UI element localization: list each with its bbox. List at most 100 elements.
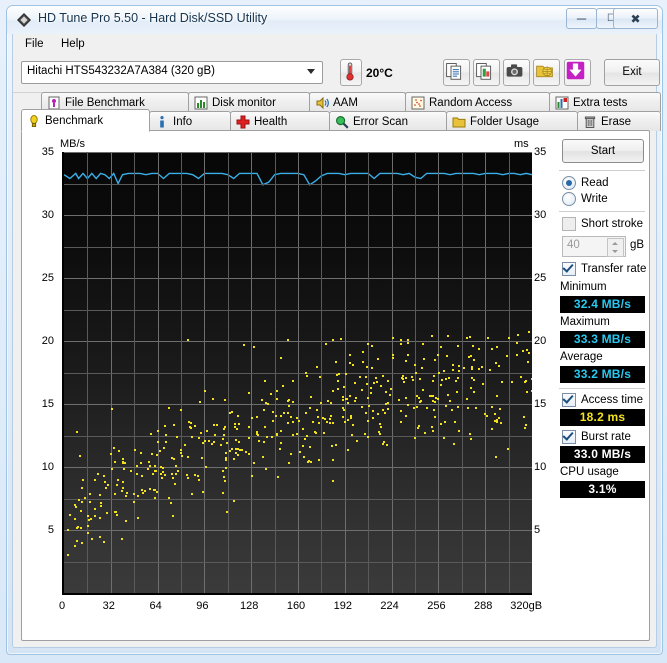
access-time-point [367, 397, 370, 400]
file-benchmark-icon [47, 96, 61, 110]
tab-error-scan[interactable]: Error Scan [329, 111, 447, 131]
access-time-point [261, 399, 264, 402]
access-time-point [306, 374, 309, 377]
access-time-point [414, 372, 417, 375]
x-tick: 64 [149, 600, 162, 612]
access-time-point [511, 380, 513, 383]
access-time-point [496, 421, 499, 424]
copy-text-icon[interactable] [443, 59, 470, 86]
access-time-point [204, 466, 207, 469]
x-tick: 192 [333, 600, 352, 612]
magnifier-icon [335, 115, 349, 129]
speaker-icon [315, 96, 329, 110]
checkbox-transfer-rate[interactable]: Transfer rate [562, 262, 646, 276]
access-time-point [318, 376, 321, 379]
x-tick: 96 [196, 600, 209, 612]
access-time-point [81, 500, 84, 503]
access-time-point [198, 400, 201, 403]
access-time-point [190, 421, 193, 424]
access-time-point [387, 379, 390, 382]
access-time-point [334, 443, 337, 446]
x-tick: 160 [286, 600, 306, 612]
checkbox-short-stroke[interactable]: Short stroke [562, 217, 643, 231]
close-button[interactable]: ✖ [613, 8, 658, 29]
access-time-point [176, 435, 179, 438]
exit-button[interactable]: Exit [604, 59, 660, 86]
menu-item-file[interactable]: File [19, 37, 50, 51]
temperature-button[interactable] [340, 59, 362, 86]
tab-extra-tests[interactable]: Extra tests [549, 92, 661, 112]
tab-aam[interactable]: AAM [309, 92, 406, 112]
access-time-point [165, 441, 168, 444]
access-time-point [404, 359, 407, 362]
client-area: File Help Hitachi HTS543232A7A384 (320 g… [12, 34, 661, 648]
screenshot-camera-icon[interactable] [503, 59, 530, 86]
checkbox-burst-rate[interactable]: Burst rate [562, 430, 631, 444]
access-time-point [444, 378, 447, 381]
access-time-point [349, 415, 352, 418]
tab-info[interactable]: Info [149, 111, 231, 131]
access-time-point [106, 512, 109, 515]
copy-image-icon[interactable] [473, 59, 500, 86]
access-time-point [116, 478, 119, 481]
tab-label: Disk monitor [212, 96, 276, 109]
menu-item-help[interactable]: Help [55, 37, 91, 51]
short-stroke-stepper[interactable]: 40 [562, 236, 626, 257]
access-time-point [454, 421, 457, 424]
access-time-point [417, 426, 420, 429]
access-time-point [103, 541, 105, 544]
access-time-point [225, 510, 228, 513]
access-time-point [81, 486, 84, 489]
access-time-point [223, 434, 226, 437]
access-time-point [480, 366, 483, 369]
stepper-arrows-icon[interactable] [607, 238, 624, 257]
minimize-button[interactable]: ─ [566, 8, 597, 29]
access-time-point [154, 497, 157, 499]
access-time-point [346, 419, 349, 422]
radio-read[interactable]: Read [562, 176, 609, 190]
access-time-point [170, 502, 173, 505]
access-time-point [224, 458, 227, 461]
access-time-point [207, 439, 210, 442]
access-time-point [376, 380, 379, 383]
checkbox-checked-icon [562, 393, 576, 407]
access-time-point [237, 423, 240, 426]
tab-erase[interactable]: Erase [577, 111, 661, 131]
folder-globe-icon[interactable] [533, 59, 560, 86]
access-time-point [415, 405, 418, 408]
gridline-horizontal-minor [64, 246, 532, 248]
radio-write[interactable]: Write [562, 192, 608, 206]
access-time-point [266, 435, 269, 438]
access-time-point [422, 343, 425, 346]
drive-select[interactable]: Hitachi HTS543232A7A384 (320 gB) [21, 61, 323, 84]
access-time-point [173, 457, 176, 460]
tab-benchmark[interactable]: Benchmark [21, 109, 150, 132]
access-time-point [377, 412, 380, 415]
access-time-point [150, 453, 153, 455]
access-time-point [252, 345, 255, 348]
tab-disk-monitor[interactable]: Disk monitor [188, 92, 310, 112]
access-time-point [89, 517, 92, 520]
access-time-point [110, 452, 113, 455]
tab-health[interactable]: Health [230, 111, 330, 131]
access-time-point [225, 466, 228, 469]
gridline-horizontal-minor [64, 561, 532, 563]
benchmark-panel: MB/s ms 5 10 15 20 25 30 35 5 10 15 20 25 30 35 0 32 6… [21, 130, 650, 641]
checkbox-unchecked-icon [562, 217, 576, 231]
access-time-point [162, 466, 165, 469]
tab-random-access[interactable]: Random Access [405, 92, 550, 112]
checkbox-access-time[interactable]: Access time [562, 393, 643, 407]
access-time-point [407, 353, 410, 356]
access-time-point [184, 444, 187, 447]
access-time-point [271, 420, 274, 423]
download-arrow-icon[interactable] [564, 59, 591, 86]
access-time-point [433, 401, 436, 404]
access-time-point [163, 425, 166, 428]
access-time-point [402, 378, 405, 381]
access-time-point [406, 403, 409, 406]
access-time-point [159, 472, 162, 475]
start-button[interactable]: Start [562, 139, 644, 163]
access-time-point [411, 379, 414, 382]
access-time-point [279, 448, 282, 451]
tab-folder-usage[interactable]: Folder Usage [446, 111, 578, 131]
